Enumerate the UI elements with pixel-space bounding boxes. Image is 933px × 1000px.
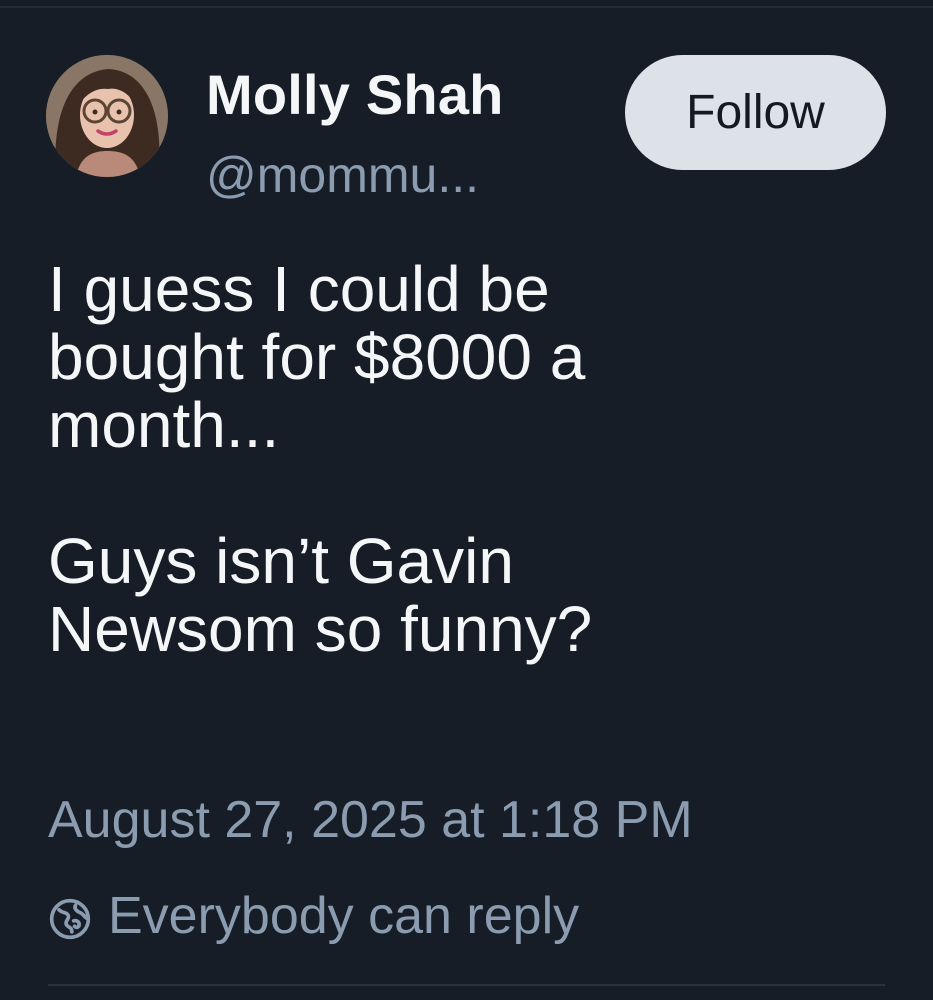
post-paragraph: I guess I could be bought for $8000 a mo… — [48, 253, 586, 461]
avatar[interactable] — [46, 55, 168, 177]
reply-setting-label: Everybody can reply — [108, 887, 580, 945]
reply-setting[interactable]: Everybody can reply — [48, 886, 579, 946]
follow-button[interactable]: Follow — [625, 55, 886, 170]
bottom-divider — [48, 984, 885, 986]
author-handle[interactable]: @mommu... — [206, 146, 479, 204]
post-text: I guess I could be bought for $8000 a mo… — [48, 255, 908, 663]
post-timestamp[interactable]: August 27, 2025 at 1:18 PM — [48, 790, 693, 850]
top-divider — [0, 6, 933, 8]
author-display-name[interactable]: Molly Shah — [206, 62, 504, 127]
globe-icon — [48, 894, 98, 944]
post-paragraph: Guys isn’t Gavin Newsom so funny? — [48, 525, 593, 665]
avatar-portrait-icon — [46, 55, 168, 177]
